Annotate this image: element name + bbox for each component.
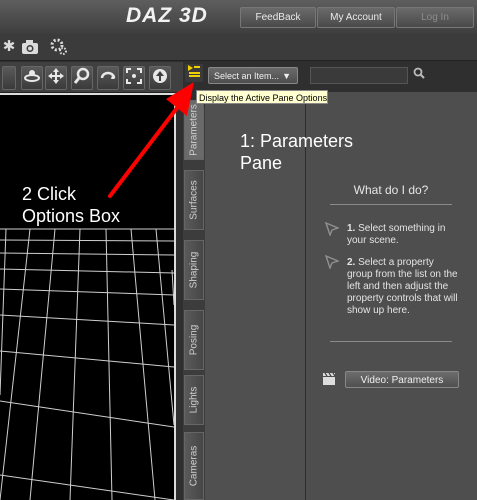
step-2-pointer-icon — [324, 254, 340, 272]
3d-viewport[interactable] — [0, 93, 176, 500]
tab-parameters[interactable]: Parameters — [184, 100, 204, 160]
help-step-1: 1. Select something in your scene. — [347, 223, 446, 246]
select-item-label: Select an Item... — [214, 71, 280, 81]
search-icon[interactable] — [410, 67, 428, 84]
tab-cameras[interactable]: Cameras — [184, 432, 204, 500]
my-account-button[interactable]: My Account — [317, 7, 395, 28]
tab-surfaces[interactable]: Surfaces — [184, 170, 204, 230]
feedback-button[interactable]: FeedBack — [240, 7, 316, 28]
rotate-icon[interactable] — [97, 66, 119, 90]
select-item-dropdown[interactable]: Select an Item... ▼ — [208, 67, 298, 84]
help-divider-bottom — [330, 341, 452, 342]
video-clapper-icon — [322, 372, 336, 386]
zoom-icon[interactable] — [71, 66, 93, 90]
reset-icon[interactable] — [149, 66, 171, 90]
chevron-down-icon: ▼ — [282, 71, 291, 81]
pane-options-icon[interactable] — [185, 64, 203, 82]
step-1-pointer-icon — [324, 221, 340, 239]
tab-shaping[interactable]: Shaping — [184, 240, 204, 300]
tab-lights[interactable]: Lights — [184, 375, 204, 425]
search-input[interactable] — [310, 67, 408, 84]
help-title: What do I do? — [353, 183, 429, 197]
help-step-2: 2. Select a property group from the list… — [347, 257, 458, 316]
viewport-toolbar-scroll[interactable] — [2, 66, 16, 90]
daz3d-logo[interactable]: DAZ 3D — [126, 4, 226, 30]
annotation-click-options: 2 Click Options Box — [22, 184, 121, 226]
frame-icon[interactable] — [123, 66, 145, 90]
gear-icon[interactable]: ✱ — [0, 38, 18, 56]
annotation-parameters-pane: 1: Parameters Pane — [240, 131, 354, 173]
orbit-icon[interactable] — [21, 66, 43, 90]
help-divider-top — [330, 204, 452, 205]
ground-grid — [0, 228, 174, 500]
render-settings-icon[interactable] — [50, 38, 68, 56]
camera-icon[interactable] — [21, 38, 39, 56]
main-toolbar — [0, 34, 477, 61]
tab-posing[interactable]: Posing — [184, 310, 204, 370]
log-in-button[interactable]: Log In — [396, 7, 474, 28]
video-parameters-button[interactable]: Video: Parameters — [345, 371, 459, 388]
move-icon[interactable] — [45, 66, 67, 90]
pane-options-tooltip: Display the Active Pane Options — [196, 90, 328, 104]
